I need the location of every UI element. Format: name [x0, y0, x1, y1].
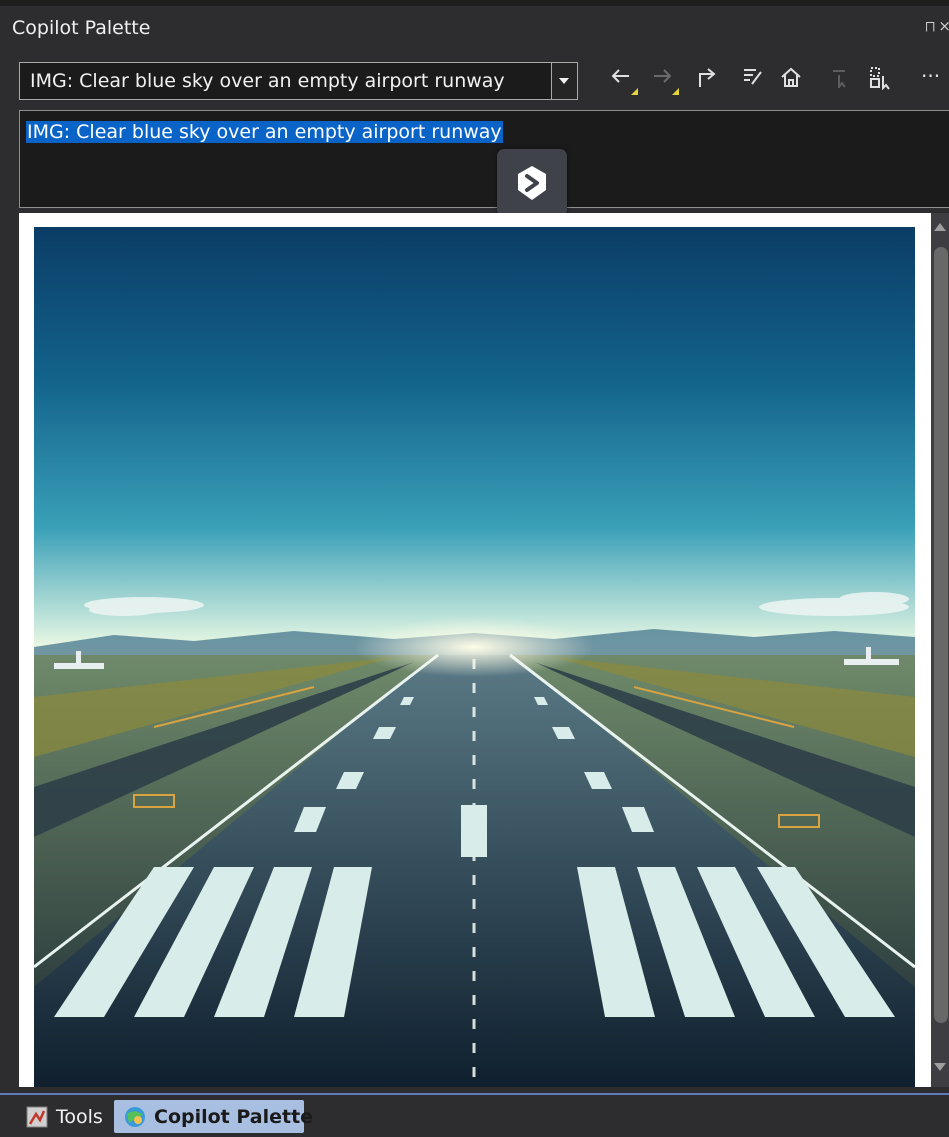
dropdown-marker-icon	[672, 88, 679, 95]
close-icon[interactable]: ×	[938, 17, 949, 35]
bottom-tab-strip: Tools Copilot Palette	[0, 1093, 949, 1137]
pin-icon[interactable]: ⨅	[925, 20, 935, 35]
clear-button[interactable]	[739, 62, 771, 96]
share-button[interactable]	[694, 62, 726, 96]
send-button[interactable]	[497, 149, 567, 217]
dropdown-marker-icon	[631, 88, 638, 95]
toolbar: IMG: Clear blue sky over an empty airpor…	[0, 46, 949, 110]
more-button[interactable]: ···	[917, 62, 949, 96]
image-output-panel	[19, 213, 931, 1087]
forward-arrow-icon	[654, 69, 672, 83]
home-icon	[781, 67, 801, 87]
copilot-palette-icon	[125, 1107, 145, 1127]
prompt-history-combo[interactable]: IMG: Clear blue sky over an empty airpor…	[19, 62, 578, 100]
runway-image	[34, 227, 915, 1087]
palette-title: Copilot Palette	[12, 17, 151, 39]
runway-illustration	[34, 227, 915, 1087]
home-button[interactable]	[777, 62, 809, 96]
tab-copilot-palette-label: Copilot Palette	[154, 1106, 314, 1128]
more-icon: ···	[921, 64, 941, 88]
clear-icon	[744, 69, 762, 85]
back-button[interactable]	[607, 62, 639, 96]
tab-copilot-palette[interactable]: Copilot Palette	[114, 1100, 313, 1133]
copilot-send-icon	[518, 166, 546, 200]
select-cursor-button[interactable]	[825, 62, 857, 96]
palette-titlebar: Copilot Palette ⨅ ×	[0, 0, 949, 46]
prompt-textarea[interactable]: IMG: Clear blue sky over an empty airpor…	[19, 110, 949, 208]
combo-dropdown-button[interactable]	[551, 63, 577, 99]
chevron-down-icon	[559, 78, 569, 84]
tools-icon	[26, 1106, 48, 1128]
combo-value: IMG: Clear blue sky over an empty airpor…	[30, 70, 505, 92]
select-objects-icon	[870, 67, 890, 90]
select-objects-button[interactable]	[866, 62, 898, 96]
forward-button[interactable]	[648, 62, 680, 96]
share-icon	[699, 68, 716, 87]
scroll-up-icon[interactable]	[934, 221, 946, 231]
vertical-scrollbar[interactable]	[931, 213, 949, 1087]
prompt-text-selected: IMG: Clear blue sky over an empty airpor…	[26, 121, 503, 143]
scroll-thumb[interactable]	[934, 247, 948, 1023]
select-cursor-icon	[833, 70, 846, 88]
back-arrow-icon	[611, 69, 629, 83]
scroll-down-icon[interactable]	[934, 1063, 946, 1073]
tab-tools-label: Tools	[56, 1106, 103, 1128]
